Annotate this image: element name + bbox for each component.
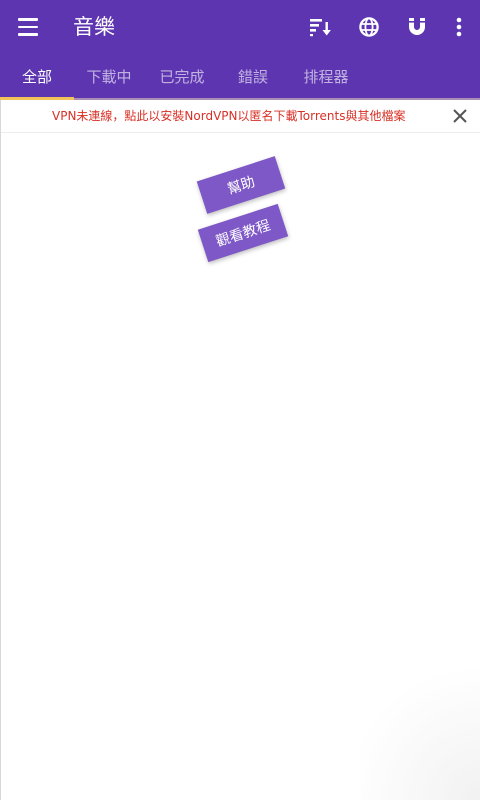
tab-all[interactable]: 全部	[0, 54, 74, 100]
app-toolbar: 音樂	[0, 0, 480, 54]
magnet-icon[interactable]	[403, 13, 431, 41]
vpn-banner-text[interactable]: VPN未連線，點此以安裝NordVPN以匿名下載Torrents與其他檔案	[52, 108, 405, 125]
tab-errors[interactable]: 錯誤	[225, 54, 281, 100]
globe-icon[interactable]	[355, 13, 383, 41]
app-screen: 音樂 全部 下載中 已完成 錯誤 排程器 VPN未連線，點此以安裝NordVPN…	[0, 0, 480, 800]
tab-completed[interactable]: 已完成	[152, 54, 212, 100]
vpn-banner: VPN未連線，點此以安裝NordVPN以匿名下載Torrents與其他檔案	[0, 100, 480, 133]
close-icon[interactable]	[449, 105, 471, 127]
more-vert-icon[interactable]	[445, 13, 473, 41]
menu-icon[interactable]	[14, 13, 44, 41]
page-title: 音樂	[73, 15, 115, 39]
tab-downloading[interactable]: 下載中	[79, 54, 139, 100]
sort-download-icon[interactable]	[306, 13, 334, 41]
corner-shading	[360, 650, 480, 800]
tab-bar: 全部 下載中 已完成 錯誤 排程器	[0, 54, 480, 100]
tab-scheduler[interactable]: 排程器	[296, 54, 356, 100]
left-edge-divider	[0, 100, 1, 800]
watch-tutorial-button[interactable]: 觀看教程	[197, 203, 289, 263]
